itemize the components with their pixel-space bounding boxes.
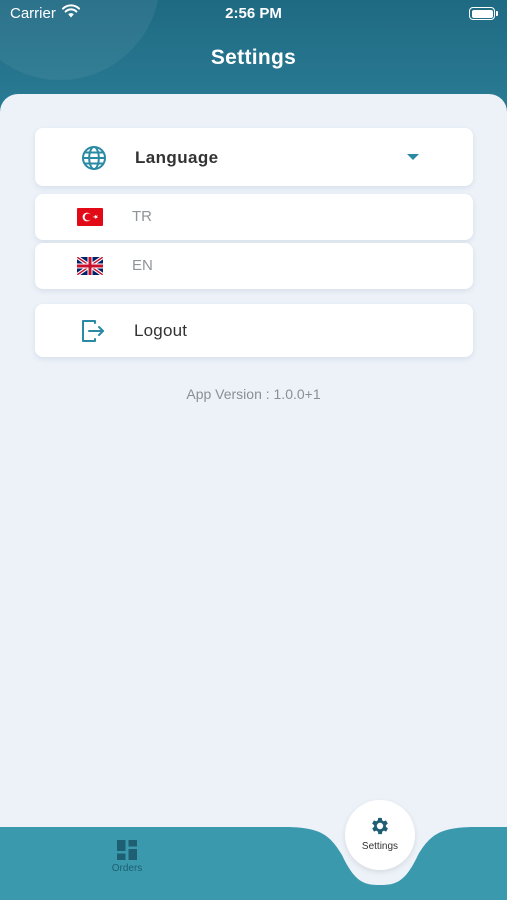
nav-item-orders[interactable]: Orders	[96, 840, 158, 880]
nav-item-settings[interactable]: Settings	[345, 800, 415, 870]
nav-bar-background	[0, 827, 507, 900]
battery-icon	[469, 7, 498, 20]
nav-item-label: Settings	[361, 841, 399, 852]
logout-icon	[80, 318, 106, 344]
status-bar: Carrier 2:56 PM	[0, 0, 507, 28]
nav-item-label: Orders	[111, 863, 143, 874]
language-code-en: EN	[132, 257, 153, 274]
language-option-tr[interactable]: TR	[35, 194, 473, 240]
uk-flag-icon	[77, 257, 103, 275]
caret-down-icon[interactable]	[407, 154, 419, 160]
language-option-en[interactable]: EN	[35, 243, 473, 289]
clock: 2:56 PM	[225, 5, 282, 22]
settings-panel: Language TR EN Logout App Version: 1.0.…	[0, 94, 507, 834]
language-selector[interactable]: Language	[35, 128, 473, 186]
page-title: Settings	[210, 46, 297, 69]
turkey-flag-icon	[77, 208, 103, 226]
bottom-navigation: Orders Settings	[0, 795, 507, 900]
logout-label: Logout	[134, 321, 188, 340]
language-code-tr: TR	[132, 208, 152, 225]
dashboard-icon	[117, 840, 137, 860]
gear-icon	[369, 815, 391, 837]
language-label: Language	[135, 148, 219, 167]
logout-button[interactable]: Logout	[35, 304, 473, 357]
app-version: App Version : 1.0.0+1	[186, 386, 321, 402]
globe-icon	[81, 145, 107, 171]
